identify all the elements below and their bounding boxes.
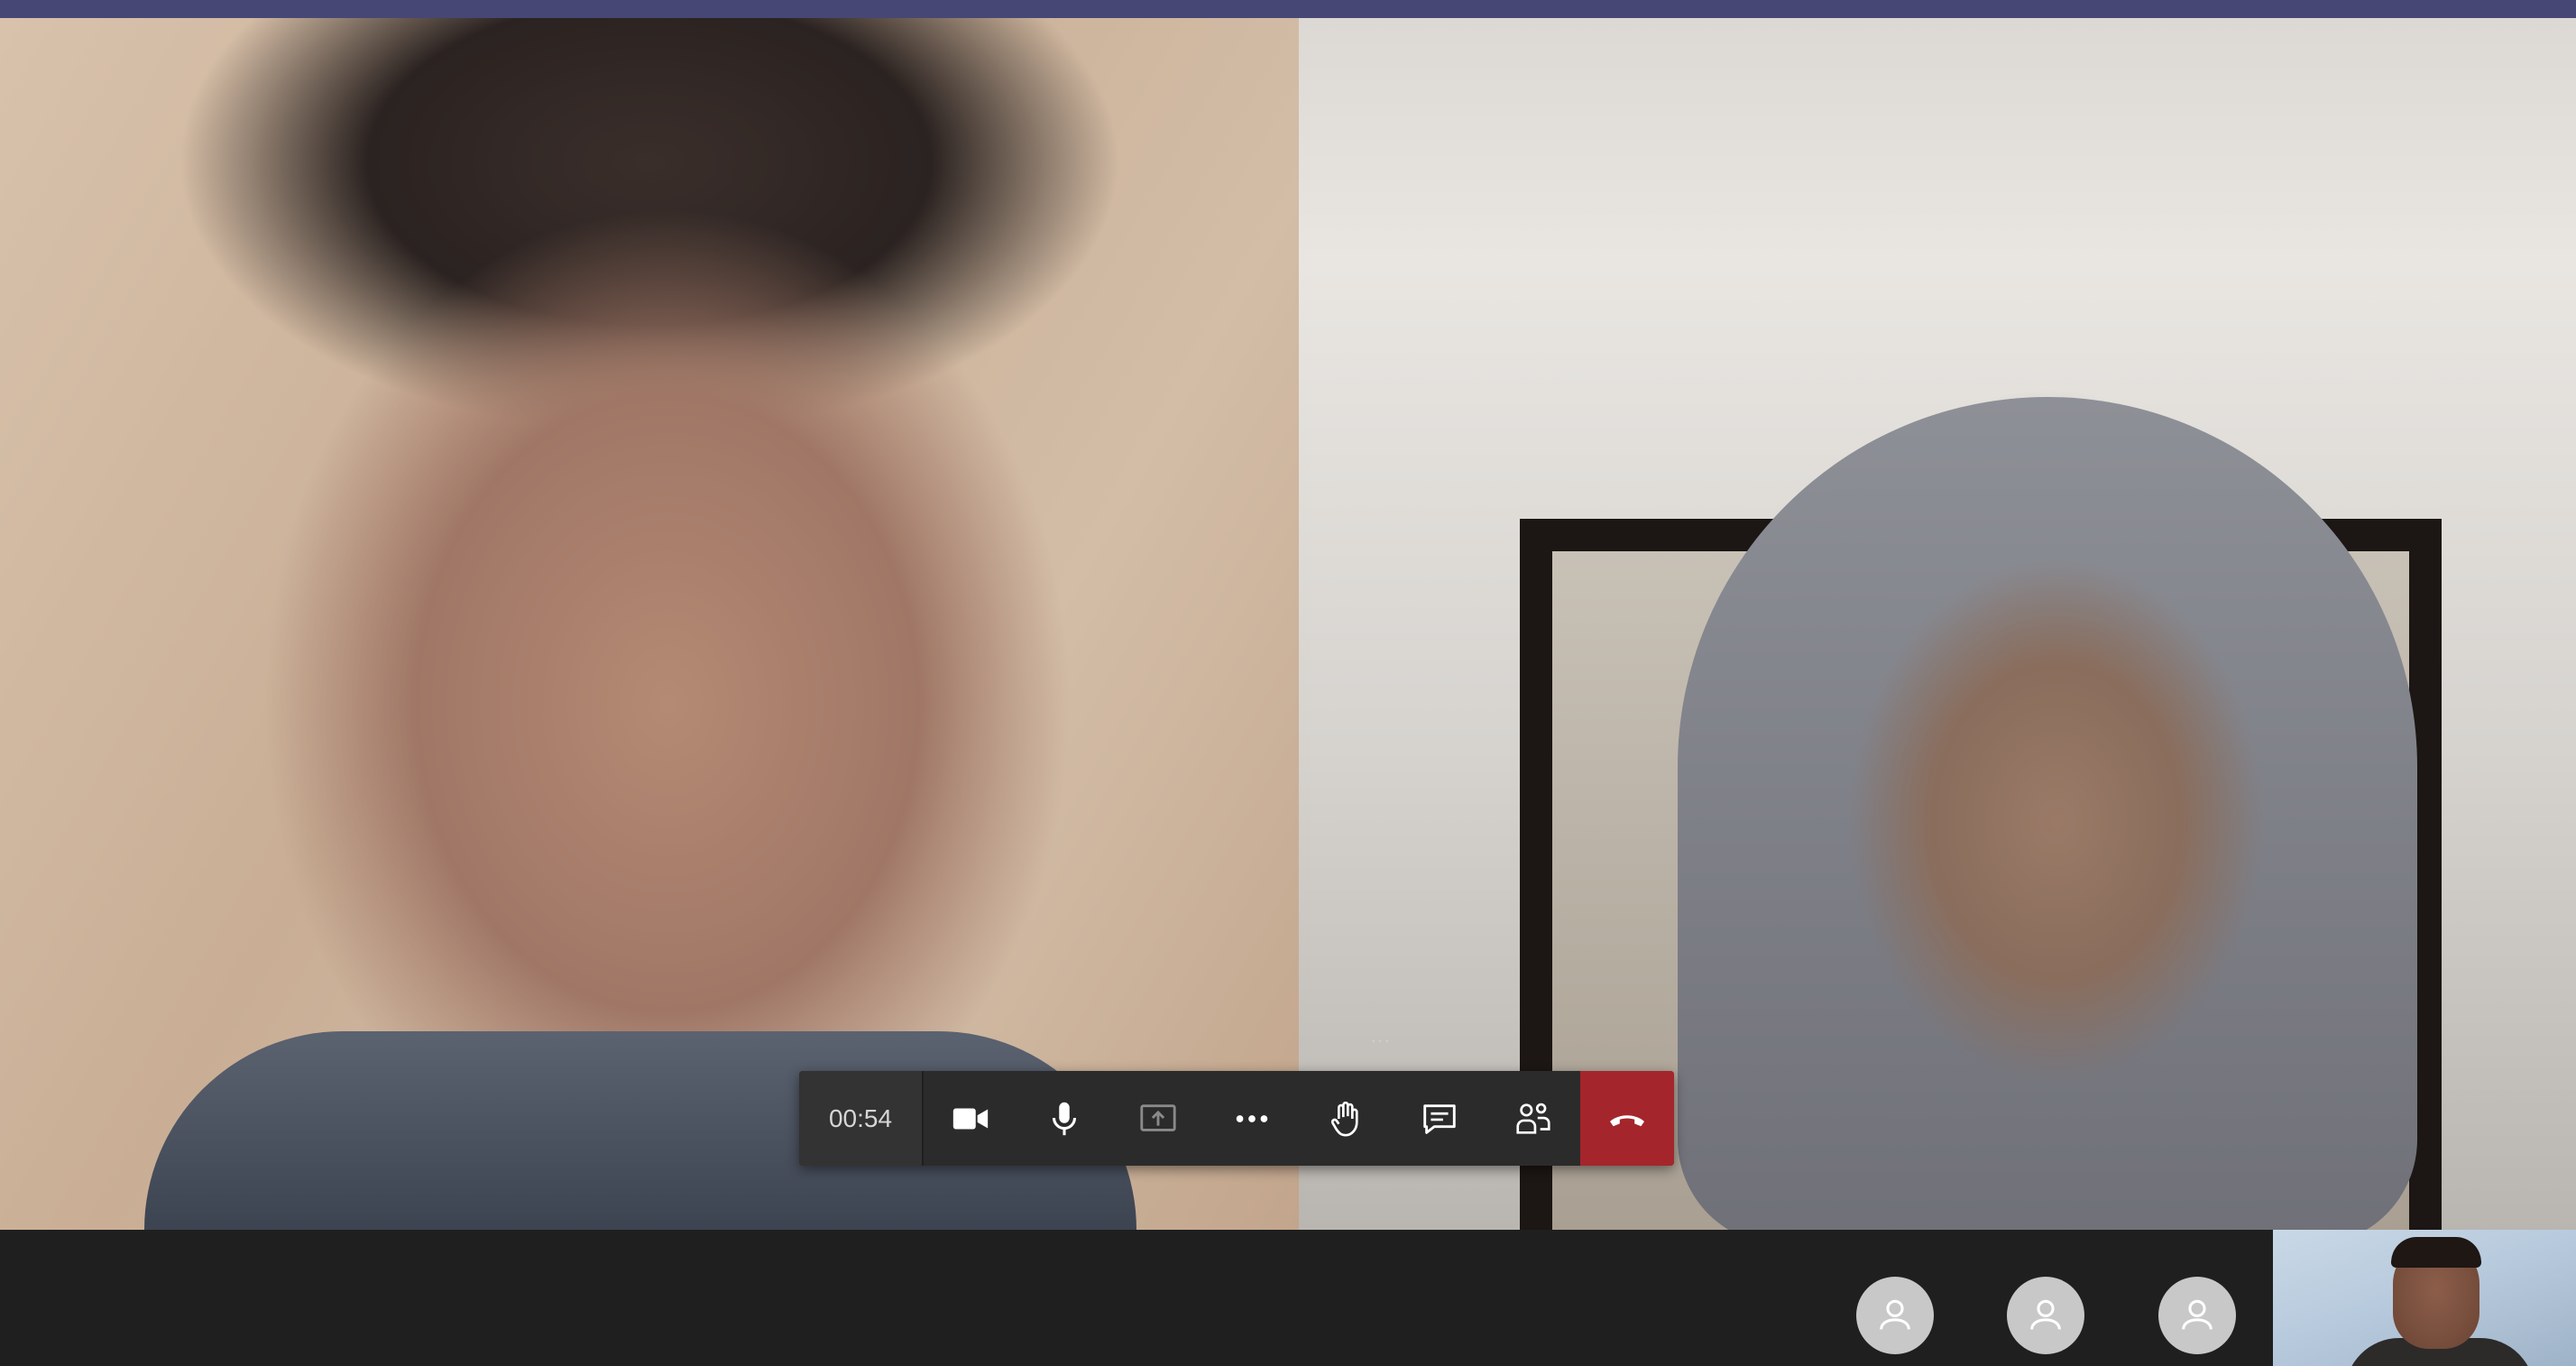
more-actions-icon <box>1236 1114 1268 1122</box>
call-control-bar: 00:54 <box>799 1071 1674 1166</box>
share-screen-icon <box>1140 1103 1176 1131</box>
person-avatar-icon <box>1880 1299 1910 1330</box>
self-video[interactable] <box>2273 1230 2576 1366</box>
video-overflow-dots[interactable]: ... <box>1371 1027 1392 1048</box>
participant-avatar-3[interactable] <box>2158 1277 2236 1354</box>
chat-icon <box>1423 1103 1456 1134</box>
microphone-icon <box>1052 1102 1077 1135</box>
call-timer: 00:54 <box>799 1071 924 1166</box>
hang-up-button[interactable] <box>1580 1071 1674 1166</box>
participant-avatar-1[interactable] <box>1856 1277 1934 1354</box>
person-avatar-icon <box>2182 1299 2213 1330</box>
chat-button[interactable] <box>1393 1071 1486 1166</box>
participant-figure <box>1678 397 2417 1230</box>
self-hair <box>2391 1237 2481 1268</box>
more-actions-button[interactable] <box>1205 1071 1299 1166</box>
participant-video-right <box>1299 18 2576 1230</box>
participant-avatar-2[interactable] <box>2007 1277 2084 1354</box>
meeting-top-bar <box>0 0 2576 18</box>
share-screen-button[interactable] <box>1111 1071 1205 1166</box>
participant-video-left <box>0 18 1299 1230</box>
raise-hand-icon <box>1330 1101 1358 1137</box>
raise-hand-button[interactable] <box>1299 1071 1393 1166</box>
participants-icon <box>1516 1103 1550 1134</box>
video-camera-icon <box>952 1108 989 1129</box>
participants-button[interactable] <box>1486 1071 1580 1166</box>
person-avatar-icon <box>2030 1299 2061 1330</box>
camera-button[interactable] <box>924 1071 1017 1166</box>
hang-up-icon <box>1610 1114 1644 1126</box>
microphone-button[interactable] <box>1017 1071 1111 1166</box>
